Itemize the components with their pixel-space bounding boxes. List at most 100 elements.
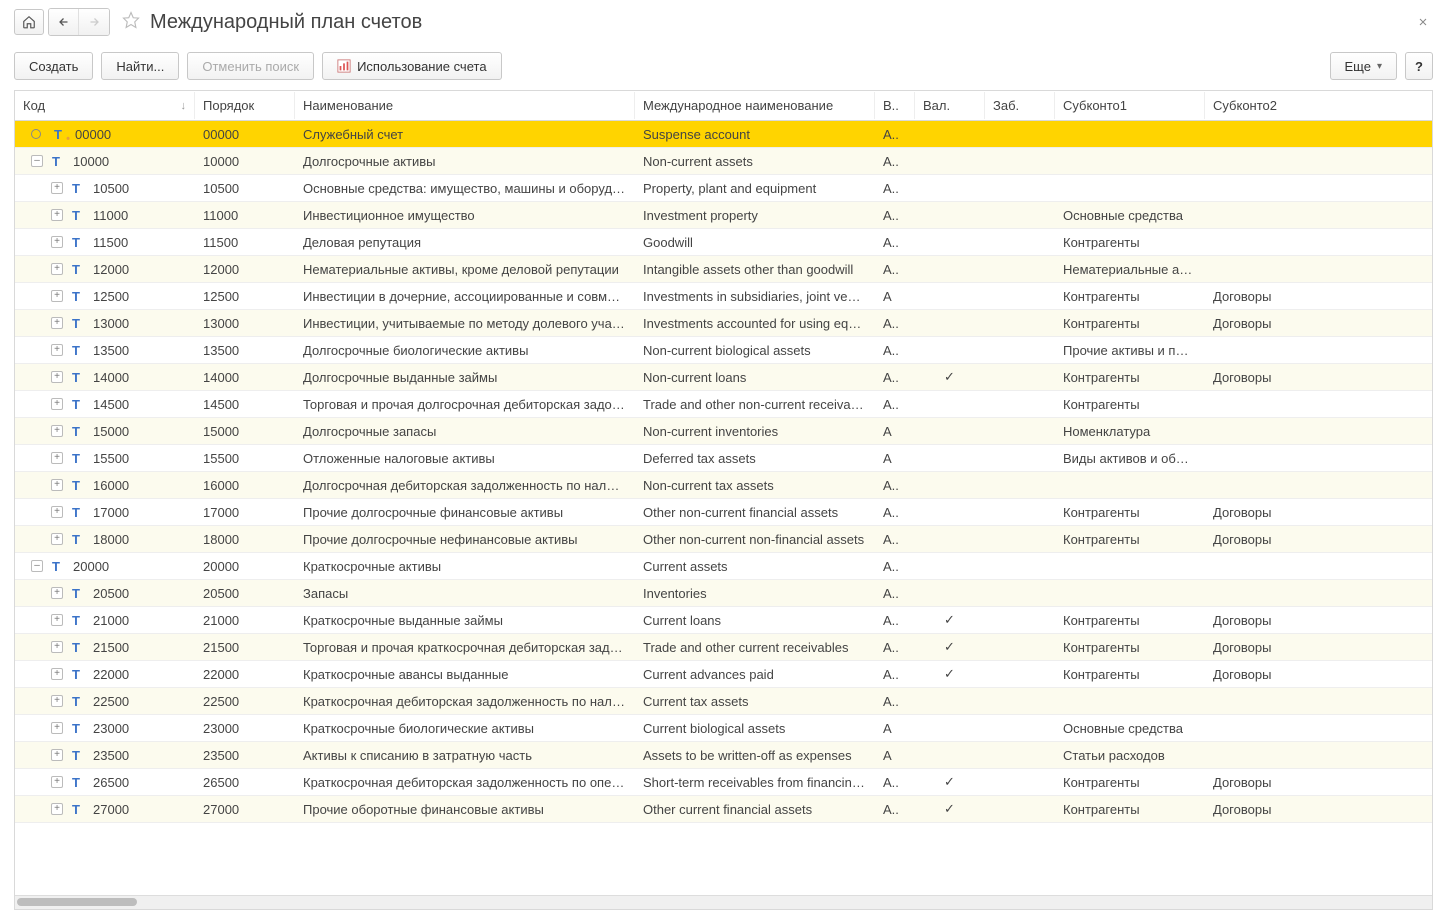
more-button[interactable]: Еще▾ <box>1330 52 1397 80</box>
table-row[interactable]: +Т1600016000Долгосрочная дебиторская зад… <box>15 472 1432 499</box>
favorite-button[interactable] <box>122 11 144 34</box>
expand-icon[interactable]: + <box>51 425 63 437</box>
table-row[interactable]: –Т2000020000Краткосрочные активыCurrent … <box>15 553 1432 580</box>
find-button[interactable]: Найти... <box>101 52 179 80</box>
selection-indicator-icon <box>31 129 41 139</box>
intl-name-value: Short-term receivables from financing… <box>635 775 875 790</box>
expand-icon[interactable]: + <box>51 614 63 626</box>
help-button[interactable]: ? <box>1405 52 1433 80</box>
expand-icon[interactable]: + <box>51 506 63 518</box>
table-row[interactable]: +Т2700027000Прочие оборотные финансовые … <box>15 796 1432 823</box>
code-cell: +Т21000 <box>15 607 195 633</box>
expand-icon[interactable]: + <box>51 641 63 653</box>
table-row[interactable]: +Т2050020500ЗапасыInventoriesА.. <box>15 580 1432 607</box>
expand-icon[interactable]: + <box>51 533 63 545</box>
table-row[interactable]: –Т1000010000Долгосрочные активыNon-curre… <box>15 148 1432 175</box>
expand-icon[interactable]: + <box>51 263 63 275</box>
expand-icon[interactable]: + <box>51 209 63 221</box>
col-order[interactable]: Порядок <box>195 92 295 119</box>
more-label: Еще <box>1345 59 1371 74</box>
expand-icon[interactable]: + <box>51 452 63 464</box>
intl-name-value: Investments accounted for using equi… <box>635 316 875 331</box>
name-value: Торговая и прочая долгосрочная дебиторск… <box>295 397 635 412</box>
expand-icon[interactable]: + <box>51 695 63 707</box>
col-name[interactable]: Наименование <box>295 92 635 119</box>
code-cell: +Т22000 <box>15 661 195 687</box>
order-value: 15000 <box>195 424 295 439</box>
forward-button[interactable] <box>79 9 109 35</box>
table-row[interactable]: Т0000000000Служебный счетSuspense accoun… <box>15 121 1432 148</box>
table-row[interactable]: +Т1050010500Основные средства: имущество… <box>15 175 1432 202</box>
col-v[interactable]: В.. <box>875 92 915 119</box>
expand-icon[interactable]: + <box>51 479 63 491</box>
expand-icon[interactable]: + <box>51 803 63 815</box>
table-row[interactable]: +Т1300013000Инвестиции, учитываемые по м… <box>15 310 1432 337</box>
sub1-value: Контрагенты <box>1055 370 1205 385</box>
usage-button[interactable]: Использование счета <box>322 52 501 80</box>
expand-icon[interactable]: + <box>51 182 63 194</box>
v-value: А.. <box>875 478 915 493</box>
v-value: А.. <box>875 397 915 412</box>
code-cell: +Т15000 <box>15 418 195 444</box>
table-row[interactable]: +Т2150021500Торговая и прочая краткосроч… <box>15 634 1432 661</box>
create-button[interactable]: Создать <box>14 52 93 80</box>
close-button[interactable] <box>1413 12 1433 33</box>
col-intl-name[interactable]: Международное наименование <box>635 92 875 119</box>
back-button[interactable] <box>49 9 79 35</box>
intl-name-value: Investments in subsidiaries, joint vent… <box>635 289 875 304</box>
expand-icon[interactable]: + <box>51 749 63 761</box>
col-sub2[interactable]: Субконто2 <box>1205 92 1355 119</box>
grid-body[interactable]: Т0000000000Служебный счетSuspense accoun… <box>15 121 1432 895</box>
find-label: Найти... <box>116 59 164 74</box>
collapse-icon[interactable]: – <box>31 155 43 167</box>
table-row[interactable]: +Т1800018000Прочие долгосрочные нефинанс… <box>15 526 1432 553</box>
scrollbar-thumb[interactable] <box>17 898 137 906</box>
account-icon: Т <box>69 208 83 223</box>
expand-icon[interactable]: + <box>51 290 63 302</box>
expand-icon[interactable]: + <box>51 668 63 680</box>
code-cell: +Т23500 <box>15 742 195 768</box>
table-row[interactable]: +Т1100011000Инвестиционное имуществоInve… <box>15 202 1432 229</box>
expand-icon[interactable]: + <box>51 371 63 383</box>
table-row[interactable]: +Т1500015000Долгосрочные запасыNon-curre… <box>15 418 1432 445</box>
table-row[interactable]: +Т1200012000Нематериальные активы, кроме… <box>15 256 1432 283</box>
table-row[interactable]: +Т2650026500Краткосрочная дебиторская за… <box>15 769 1432 796</box>
table-row[interactable]: +Т1350013500Долгосрочные биологические а… <box>15 337 1432 364</box>
table-row[interactable]: +Т2250022500Краткосрочная дебиторская за… <box>15 688 1432 715</box>
table-row[interactable]: +Т2100021000Краткосрочные выданные займы… <box>15 607 1432 634</box>
table-row[interactable]: +Т2350023500Активы к списанию в затратну… <box>15 742 1432 769</box>
order-value: 14500 <box>195 397 295 412</box>
col-sub1[interactable]: Субконто1 <box>1055 92 1205 119</box>
table-row[interactable]: +Т1400014000Долгосрочные выданные займыN… <box>15 364 1432 391</box>
create-label: Создать <box>29 59 78 74</box>
code-cell: +Т14500 <box>15 391 195 417</box>
expand-icon[interactable]: + <box>51 317 63 329</box>
collapse-icon[interactable]: – <box>31 560 43 572</box>
table-row[interactable]: +Т1700017000Прочие долгосрочные финансов… <box>15 499 1432 526</box>
col-code[interactable]: Код↓ <box>15 92 195 119</box>
table-row[interactable]: +Т1550015500Отложенные налоговые активыD… <box>15 445 1432 472</box>
expand-icon[interactable]: + <box>51 587 63 599</box>
table-row[interactable]: +Т1450014500Торговая и прочая долгосрочн… <box>15 391 1432 418</box>
table-row[interactable]: +Т2300023000Краткосрочные биологические … <box>15 715 1432 742</box>
expand-icon[interactable]: + <box>51 398 63 410</box>
intl-name-value: Inventories <box>635 586 875 601</box>
code-value: 20000 <box>73 559 109 574</box>
expand-icon[interactable]: + <box>51 236 63 248</box>
expand-icon[interactable]: + <box>51 344 63 356</box>
intl-name-value: Current assets <box>635 559 875 574</box>
expand-icon[interactable]: + <box>51 722 63 734</box>
col-val[interactable]: Вал. <box>915 92 985 119</box>
code-cell: +Т12000 <box>15 256 195 282</box>
order-value: 20500 <box>195 586 295 601</box>
expand-icon[interactable]: + <box>51 776 63 788</box>
table-row[interactable]: +Т1250012500Инвестиции в дочерние, ассоц… <box>15 283 1432 310</box>
sub1-value: Номенклатура <box>1055 424 1205 439</box>
horizontal-scrollbar[interactable] <box>15 895 1432 909</box>
usage-label: Использование счета <box>357 59 486 74</box>
table-row[interactable]: +Т1150011500Деловая репутацияGoodwillА..… <box>15 229 1432 256</box>
intl-name-value: Goodwill <box>635 235 875 250</box>
home-button[interactable] <box>14 9 44 35</box>
table-row[interactable]: +Т2200022000Краткосрочные авансы выданны… <box>15 661 1432 688</box>
col-zab[interactable]: Заб. <box>985 92 1055 119</box>
